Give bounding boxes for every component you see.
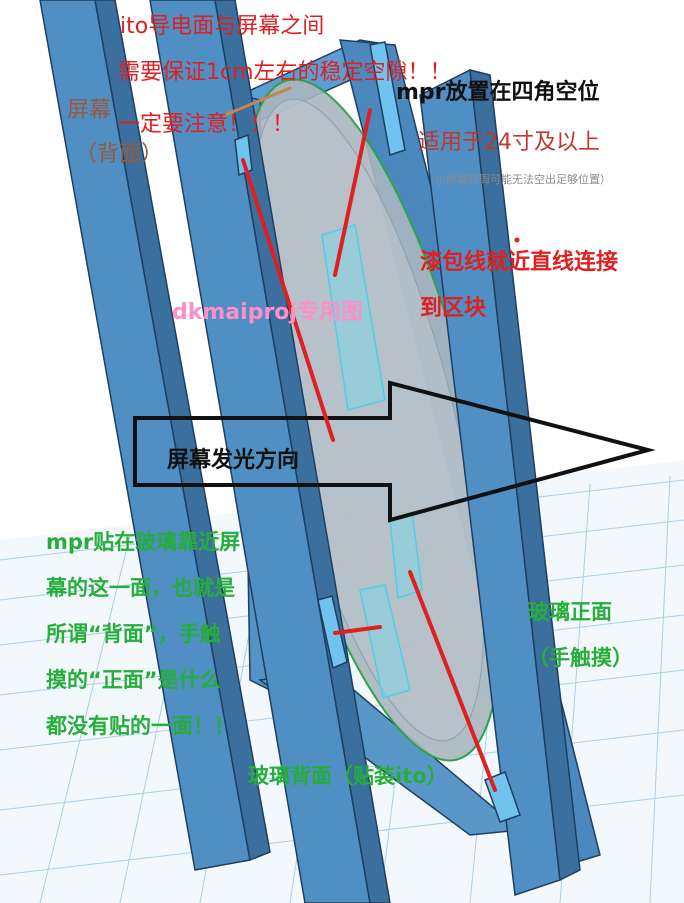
- light-direction-label: 屏幕发光方向: [167, 448, 300, 473]
- mpr-corner-label: mpr放置在四角空位: [396, 80, 600, 105]
- mpr-glass-line3: 所谓“背面”，手触: [46, 622, 221, 646]
- mpr-glass-line2: 幕的这一面，也就是: [46, 576, 235, 600]
- wire-line2: 到区块: [420, 296, 487, 321]
- wire-line1: 漆包线就近直线连接: [420, 250, 619, 275]
- mpr-glass-line5: 都没有贴的一面！！: [46, 714, 235, 738]
- ito-gap-line1: ito导电面与屏幕之间: [120, 14, 325, 39]
- glass-front-line1: 玻璃正面: [528, 600, 612, 624]
- watermark: dkmaiproj专用图: [172, 300, 363, 325]
- glass-back-label: 玻璃背面（贴装ito）: [248, 764, 448, 788]
- screen-back-line1: 屏幕: [67, 98, 112, 123]
- marker-dot: [514, 237, 520, 243]
- mpr-glass-line1: mpr贴在玻璃靠近屏: [46, 530, 241, 554]
- small-screen-note: （小屏幕四周可能无法空出足够位置）: [424, 173, 611, 186]
- glass-front-line2: （手触摸）: [528, 646, 633, 670]
- screen-back-line2: （背面）: [75, 142, 164, 167]
- mpr-glass-line4: 摸的“正面”是什么: [46, 668, 221, 692]
- ito-gap-line3: 一定要注意！！！: [118, 112, 295, 137]
- size-note: 适用于24寸及以上: [418, 130, 600, 155]
